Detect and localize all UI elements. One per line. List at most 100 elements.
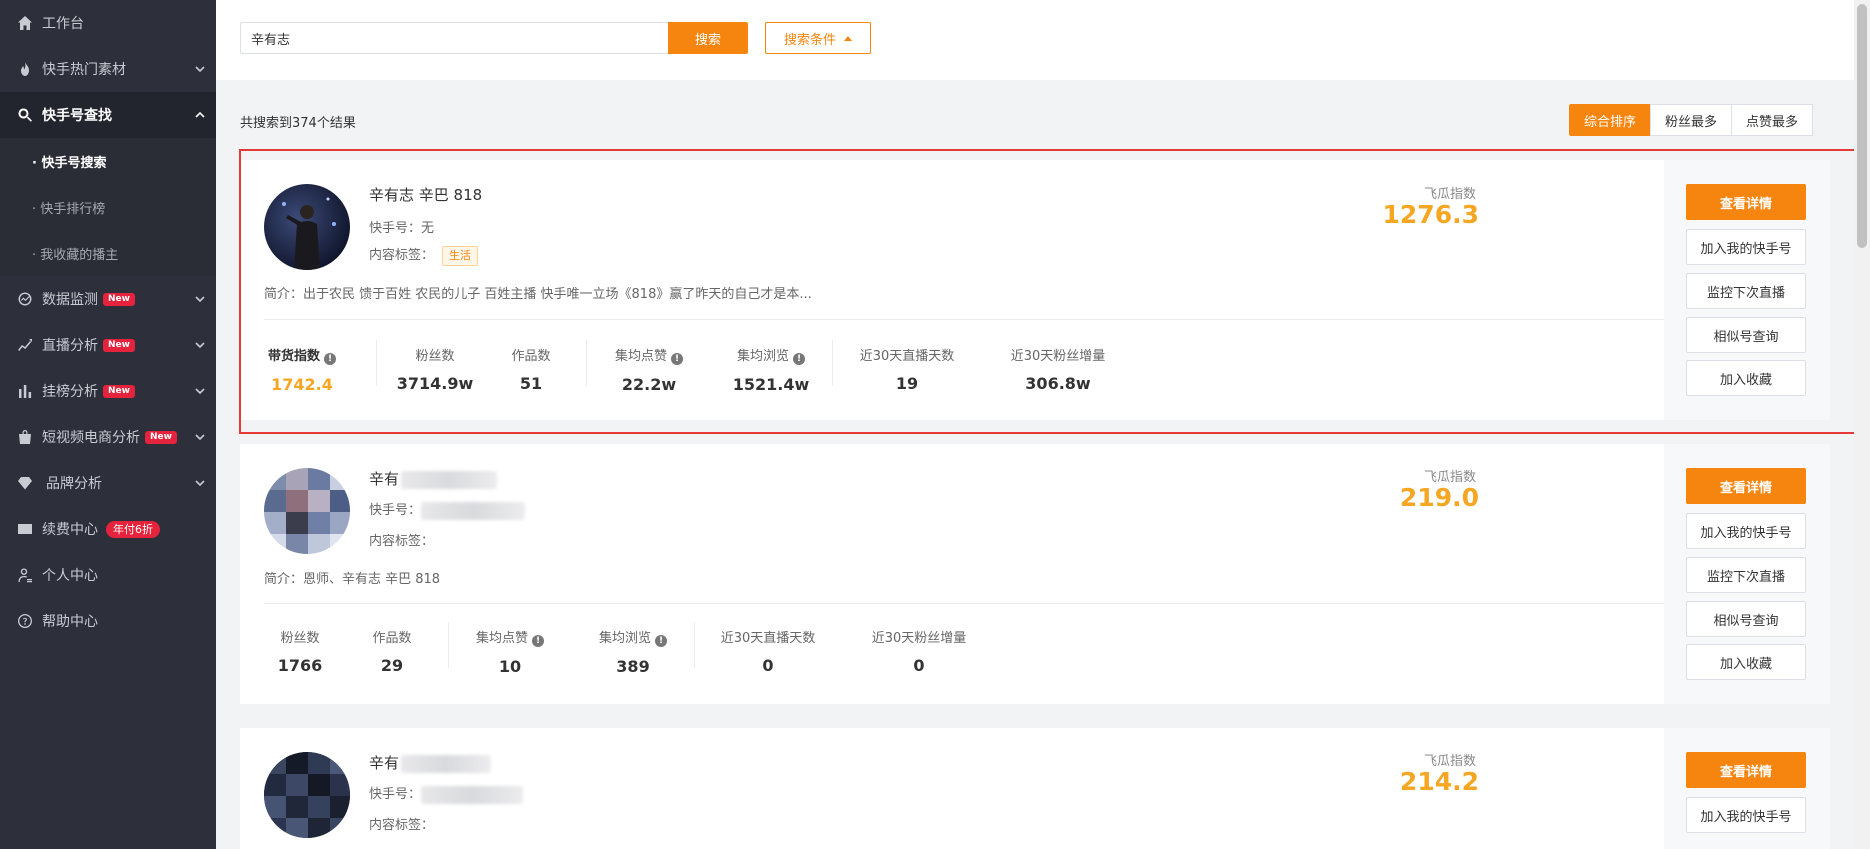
stat-label: 粉丝数 [280, 631, 320, 646]
user-icon [16, 566, 34, 584]
avatar[interactable] [264, 752, 350, 838]
stat-works: 作品数 29 [364, 627, 420, 675]
blurred-text [421, 785, 524, 804]
new-badge: New [103, 338, 135, 352]
sort-comprehensive-button[interactable]: 综合排序 [1569, 104, 1652, 136]
stat-value: 29 [380, 656, 404, 675]
sidebar-item-live-analysis[interactable]: 直播分析 New [0, 322, 216, 368]
scrollbar-thumb[interactable] [1857, 4, 1867, 248]
result-count: 共搜索到374个结果 [240, 116, 356, 131]
fire-icon [16, 60, 34, 78]
card-main: 辛有 快手号： 内容标签： 简介：恩师、辛有志 辛巴 818 粉丝数 1766 … [240, 444, 1664, 704]
sidebar-item-ranking-analysis[interactable]: 挂榜分析 New [0, 368, 216, 414]
stat-fan-growth: 近30天粉丝增量 0 [867, 627, 971, 675]
search-button[interactable]: 搜索 [668, 22, 748, 54]
kuaishou-id-label: 快手号： [369, 787, 422, 802]
chevron-down-icon [194, 293, 206, 305]
card-main: 辛有 快手号： 内容标签： 飞瓜指数 214.2 [240, 728, 1664, 849]
sidebar-item-workbench[interactable]: 工作台 [0, 0, 216, 46]
view-details-button[interactable]: 查看详情 [1686, 752, 1806, 788]
sort-fans-button[interactable]: 粉丝最多 [1650, 104, 1733, 136]
scrollbar[interactable] [1854, 0, 1870, 849]
account-name-text: 辛有 [369, 470, 400, 488]
info-icon[interactable]: ! [324, 353, 336, 365]
info-icon[interactable]: ! [532, 635, 544, 647]
stat-live-days: 近30天直播天数 0 [716, 627, 820, 675]
add-my-account-button[interactable]: 加入我的快手号 [1686, 229, 1806, 265]
new-badge: New [103, 292, 135, 306]
view-details-button[interactable]: 查看详情 [1686, 184, 1806, 220]
card-main: 辛有志 辛巴 818 快手号：无 内容标签： 生活 简介：出于农民 馈于百姓 农民… [240, 160, 1664, 420]
trend-icon [16, 336, 34, 354]
chevron-down-icon [194, 431, 206, 443]
stat-value: 1766 [277, 656, 323, 675]
content-tags: 内容标签： 生活 [369, 244, 479, 266]
sidebar-item-ecommerce-analysis[interactable]: 短视频电商分析 New [0, 414, 216, 460]
info-icon[interactable]: ! [793, 353, 805, 365]
search-conditions-button[interactable]: 搜索条件 [765, 22, 871, 54]
card-actions: 查看详情 加入我的快手号 [1664, 728, 1830, 849]
caret-up-icon [844, 35, 852, 41]
info-icon[interactable]: ! [671, 353, 683, 365]
monitor-live-button[interactable]: 监控下次直播 [1686, 273, 1806, 309]
stat-value: 389 [616, 657, 650, 676]
feigua-index-value: 1276.3 [1382, 200, 1479, 229]
view-details-button[interactable]: 查看详情 [1686, 468, 1806, 504]
sidebar-item-label: 个人中心 [42, 568, 98, 584]
stat-label: 集均浏览 [598, 631, 651, 646]
account-name[interactable]: 辛有 [369, 468, 498, 489]
card-actions: 查看详情 加入我的快手号 监控下次直播 相似号查询 加入收藏 [1664, 160, 1830, 420]
sidebar-item-label: 快手热门素材 [42, 62, 126, 78]
sidebar-sub-account-search[interactable]: · 快手号搜索 [0, 138, 216, 184]
sidebar-item-help[interactable]: 帮助中心 [0, 598, 216, 644]
add-my-account-button[interactable]: 加入我的快手号 [1686, 797, 1806, 833]
stat-live-days: 近30天直播天数 19 [855, 345, 959, 393]
sidebar-item-label: 续费中心 [42, 522, 98, 538]
feigua-index-value: 214.2 [1399, 767, 1479, 796]
divider [376, 340, 377, 386]
search-input[interactable] [240, 22, 668, 54]
stat-label: 集均点赞 [614, 349, 667, 364]
avatar[interactable] [264, 184, 350, 270]
content-tags: 内容标签： [369, 534, 435, 549]
monitor-icon [16, 290, 34, 308]
kuaishou-id: 快手号： [369, 499, 526, 520]
stat-fans: 粉丝数 3714.9w [395, 345, 475, 393]
chevron-down-icon [194, 63, 206, 75]
avatar[interactable] [264, 468, 350, 554]
search-bar: 搜索 搜索条件 [216, 0, 1854, 80]
similar-account-button[interactable]: 相似号查询 [1686, 601, 1806, 637]
sidebar-item-brand-analysis[interactable]: 品牌分析 [0, 460, 216, 506]
info-icon[interactable]: ! [655, 635, 667, 647]
sidebar-sub-favorites[interactable]: · 我收藏的播主 [0, 230, 216, 276]
sidebar-item-profile[interactable]: 个人中心 [0, 552, 216, 598]
content-tag: 生活 [442, 246, 479, 266]
new-badge: New [103, 384, 135, 398]
add-favorite-button[interactable]: 加入收藏 [1686, 360, 1806, 396]
sidebar-item-hot-material[interactable]: 快手热门素材 [0, 46, 216, 92]
search-conditions-label: 搜索条件 [783, 32, 836, 48]
stat-value: 3714.9w [396, 374, 474, 393]
stat-label: 集均浏览 [736, 349, 789, 364]
stat-value: 10 [498, 657, 522, 676]
sidebar-sub-ranking[interactable]: · 快手排行榜 [0, 184, 216, 230]
sidebar-item-label: 短视频电商分析 [42, 430, 140, 446]
account-name[interactable]: 辛有 [369, 752, 492, 773]
sort-likes-button[interactable]: 点赞最多 [1731, 104, 1814, 136]
stat-label: 作品数 [511, 349, 551, 364]
content-tag-label: 内容标签： [369, 248, 435, 263]
similar-account-button[interactable]: 相似号查询 [1686, 317, 1806, 353]
home-icon [16, 14, 34, 32]
sidebar-item-data-monitor[interactable]: 数据监测 New [0, 276, 216, 322]
stat-value: 0 [913, 656, 925, 675]
monitor-live-button[interactable]: 监控下次直播 [1686, 557, 1806, 593]
sidebar-item-renewal[interactable]: 续费中心 年付6折 [0, 506, 216, 552]
sidebar-item-account-search[interactable]: 快手号查找 [0, 92, 216, 138]
bar-chart-icon [16, 382, 34, 400]
add-favorite-button[interactable]: 加入收藏 [1686, 644, 1806, 680]
account-name[interactable]: 辛有志 辛巴 818 [369, 184, 482, 205]
sidebar-item-label: 品牌分析 [46, 476, 102, 492]
add-my-account-button[interactable]: 加入我的快手号 [1686, 513, 1806, 549]
stat-value: 1521.4w [732, 375, 810, 394]
sidebar-item-label: 挂榜分析 [42, 384, 98, 400]
